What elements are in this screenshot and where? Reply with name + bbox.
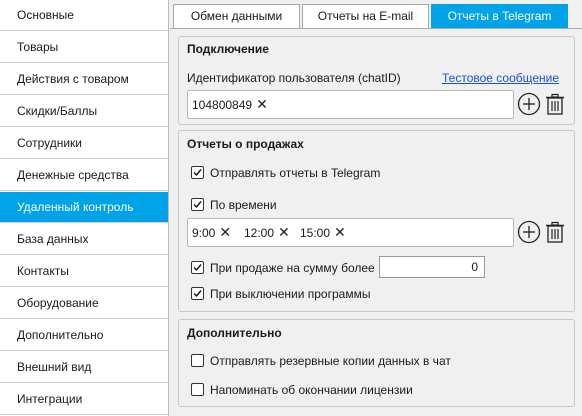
times-input[interactable]: 9:00 ✕ 12:00 ✕ 15:00 ✕ xyxy=(187,218,514,247)
checkmark-icon xyxy=(193,290,202,298)
sales-reports-group: Отчеты о продажах Отправлять отчеты в Te… xyxy=(178,130,575,312)
sidebar-item-discounts[interactable]: Скидки/Баллы xyxy=(0,96,168,127)
by-time-label: По времени xyxy=(210,198,277,212)
checkmark-icon xyxy=(193,264,202,272)
on-shutdown-label: При выключении программы xyxy=(210,287,371,301)
plus-circle-icon xyxy=(517,220,541,244)
time-token: 15:00 ✕ xyxy=(300,219,346,246)
remove-token-icon[interactable]: ✕ xyxy=(256,96,268,112)
checkmark-icon xyxy=(193,201,202,209)
chat-id-token-label: 104800849 xyxy=(192,98,253,112)
time-token-label: 9:00 xyxy=(192,226,216,240)
delete-time-button[interactable] xyxy=(543,220,567,244)
connection-group: Подключение Идентификатор пользователя (… xyxy=(178,36,575,125)
on-shutdown-checkbox[interactable] xyxy=(191,287,204,300)
time-token: 9:00 ✕ xyxy=(192,219,231,246)
time-token: 12:00 ✕ xyxy=(244,219,290,246)
send-reports-checkbox[interactable] xyxy=(191,166,204,179)
connection-title: Подключение xyxy=(187,42,269,56)
sidebar-item-database[interactable]: База данных xyxy=(0,224,168,255)
sidebar-item-contacts[interactable]: Контакты xyxy=(0,256,168,287)
license-reminder-label: Напоминать об окончании лицензии xyxy=(210,383,413,397)
additional-title: Дополнительно xyxy=(187,326,282,340)
user-id-label: Идентификатор пользователя (chatID) xyxy=(187,71,401,85)
chat-id-token: 104800849 ✕ xyxy=(192,91,268,118)
tab-email-reports[interactable]: Отчеты на E-mail xyxy=(302,4,429,28)
sidebar-item-appearance[interactable]: Внешний вид xyxy=(0,352,168,383)
trash-icon xyxy=(546,93,564,115)
sale-amount-input[interactable]: 0 xyxy=(379,256,485,278)
sidebar-item-additional[interactable]: Дополнительно xyxy=(0,320,168,351)
tab-content: Подключение Идентификатор пользователя (… xyxy=(170,28,582,416)
sidebar-item-goods-actions[interactable]: Действия с товаром xyxy=(0,64,168,95)
sale-amount-label: При продаже на сумму более xyxy=(210,261,375,275)
send-reports-label: Отправлять отчеты в Telegram xyxy=(210,166,381,180)
by-time-checkbox[interactable] xyxy=(191,198,204,211)
license-reminder-checkbox[interactable] xyxy=(191,383,204,396)
add-chat-id-button[interactable] xyxy=(517,92,541,116)
sidebar-item-money[interactable]: Денежные средства xyxy=(0,160,168,191)
test-message-link[interactable]: Тестовое сообщение xyxy=(442,71,559,85)
additional-group: Дополнительно Отправлять резервные копии… xyxy=(178,319,575,407)
time-token-label: 15:00 xyxy=(300,226,331,240)
send-backups-checkbox[interactable] xyxy=(191,354,204,367)
chat-id-input[interactable]: 104800849 ✕ xyxy=(187,90,514,119)
sidebar-item-integrations[interactable]: Интеграции xyxy=(0,384,168,415)
time-token-label: 12:00 xyxy=(244,226,275,240)
add-time-button[interactable] xyxy=(517,220,541,244)
sidebar-item-equipment[interactable]: Оборудование xyxy=(0,288,168,319)
sidebar-item-employees[interactable]: Сотрудники xyxy=(0,128,168,159)
sidebar-item-basic[interactable]: Основные xyxy=(0,0,168,31)
remove-token-icon[interactable]: ✕ xyxy=(334,224,346,240)
sales-reports-title: Отчеты о продажах xyxy=(187,137,304,151)
sale-amount-checkbox[interactable] xyxy=(191,261,204,274)
remove-token-icon[interactable]: ✕ xyxy=(219,224,231,240)
tab-telegram-reports[interactable]: Отчеты в Telegram xyxy=(431,4,568,28)
settings-window: Основные Товары Действия с товаром Скидк… xyxy=(0,0,582,416)
trash-icon xyxy=(546,221,564,243)
send-backups-label: Отправлять резервные копии данных в чат xyxy=(210,354,451,368)
sidebar-item-goods[interactable]: Товары xyxy=(0,32,168,63)
delete-chat-id-button[interactable] xyxy=(543,92,567,116)
checkmark-icon xyxy=(193,169,202,177)
tab-data-exchange[interactable]: Обмен данными xyxy=(173,4,300,28)
remove-token-icon[interactable]: ✕ xyxy=(278,224,290,240)
sidebar-item-remote-control[interactable]: Удаленный контроль xyxy=(0,192,168,223)
sidebar: Основные Товары Действия с товаром Скидк… xyxy=(0,0,169,416)
plus-circle-icon xyxy=(517,92,541,116)
